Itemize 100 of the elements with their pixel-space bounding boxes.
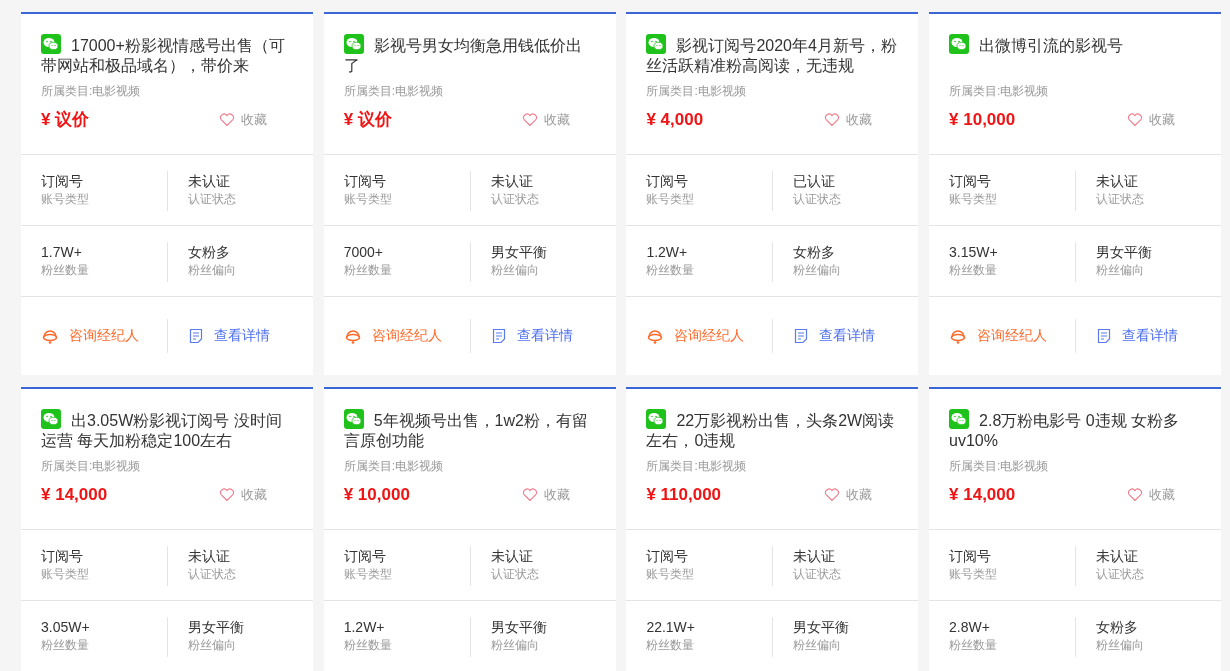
stat-label: 账号类型 [343,191,393,208]
stat-label: 账号类型 [41,566,90,583]
stat-value: 未认证 [188,172,231,191]
listing-title-link[interactable]: 22万影视粉出售，头条2W阅读左右，0违规 [646,409,899,451]
stat-value: 订阅号 [646,172,690,191]
listing-title-link[interactable]: 影视号男女均衡急用钱低价出了 [343,34,596,76]
stat-label: 粉丝偏向 [490,637,540,654]
heart-icon [521,112,538,128]
price-text: ¥ 议价 [343,110,392,130]
stat-value: 7000+ [343,243,384,262]
favorite-button[interactable]: 收藏 [824,111,873,129]
stat-value: 订阅号 [41,172,84,191]
stat-value: 3.05W+ [41,618,91,637]
heart-icon [1127,487,1144,503]
stat-label: 认证状态 [188,566,237,583]
listing-title-link[interactable]: 17000+粉影视情感号出售（可带网站和极品域名），带价来 [41,34,293,76]
stat-label: 粉丝数量 [343,262,393,279]
chat-app-icon [41,34,61,54]
price-text: ¥ 4,000 [646,110,704,130]
heart-icon [521,487,538,503]
category-text: 所属类目:电影视频 [949,84,1050,98]
stat-value: 已认证 [793,172,837,191]
stat-value: 订阅号 [949,547,993,566]
stat-value: 订阅号 [343,172,387,191]
stat-label: 账号类型 [949,566,999,583]
stat-value: 未认证 [793,547,837,566]
headset-icon [343,327,362,345]
stat-value: 女粉多 [188,243,231,262]
stat-label: 粉丝偏向 [1096,637,1146,654]
favorite-button[interactable]: 收藏 [521,111,570,129]
listing-title-link[interactable]: 影视订阅号2020年4月新号，粉丝活跃精准粉高阅读，无违规 [646,34,899,76]
stat-label: 账号类型 [949,191,999,208]
stat-value: 2.8W+ [949,618,991,637]
stat-value: 男女平衡 [793,618,851,637]
stat-label: 认证状态 [1096,191,1146,208]
chat-app-icon [343,409,364,429]
chat-app-icon [949,34,970,54]
stat-value: 1.2W+ [646,243,689,262]
stat-value: 未认证 [490,172,534,191]
stat-label: 粉丝数量 [949,637,999,654]
category-text: 所属类目:电影视频 [646,459,747,473]
favorite-button[interactable]: 收藏 [219,486,267,504]
stat-label: 账号类型 [646,566,696,583]
stat-label: 粉丝偏向 [793,262,843,279]
consult-agent-link[interactable]: 咨询经纪人 [21,327,139,345]
stat-value: 订阅号 [41,547,84,566]
listing-title-link[interactable]: 出微博引流的影视号 [949,34,1202,56]
stat-value: 3.15W+ [949,243,999,262]
consult-agent-link[interactable]: 咨询经纪人 [323,327,442,345]
favorite-button[interactable]: 收藏 [521,486,570,504]
category-text: 所属类目:电影视频 [646,84,747,98]
stat-label: 账号类型 [646,191,696,208]
price-text: ¥ 10,000 [343,485,410,505]
favorite-button[interactable]: 收藏 [1127,486,1176,504]
stat-value: 未认证 [188,547,231,566]
view-details-link[interactable]: 查看详情 [469,319,573,353]
stat-label: 认证状态 [490,191,540,208]
chat-app-icon [343,34,364,54]
view-details-link[interactable]: 查看详情 [772,319,876,353]
view-details-link[interactable]: 查看详情 [167,319,270,353]
favorite-button[interactable]: 收藏 [824,486,873,504]
stat-value: 男女平衡 [490,243,548,262]
listing-title-link[interactable]: 出3.05W粉影视订阅号 没时间运营 每天加粉稳定100左右 [41,409,293,451]
listing-title-link[interactable]: 2.8万粉电影号 0违规 女粉多uv10% [949,409,1202,451]
listing-title-link[interactable]: 5年视频号出售，1w2粉，有留言原创功能 [343,409,596,451]
stat-label: 账号类型 [343,566,393,583]
stat-label: 认证状态 [188,191,237,208]
stat-value: 未认证 [490,547,534,566]
stat-value: 1.7W+ [41,243,83,262]
stat-label: 粉丝偏向 [188,637,237,654]
chat-app-icon [949,409,970,429]
stat-label: 粉丝数量 [646,262,696,279]
price-text: ¥ 14,000 [41,485,108,505]
consult-agent-link[interactable]: 咨询经纪人 [626,327,745,345]
document-icon [1096,328,1113,344]
category-text: 所属类目:电影视频 [41,84,142,98]
category-text: 所属类目:电影视频 [41,459,142,473]
chat-app-icon [646,34,667,54]
heart-icon [824,487,841,503]
stat-value: 未认证 [1096,547,1140,566]
favorite-button[interactable]: 收藏 [219,111,267,129]
view-details-link[interactable]: 查看详情 [1075,319,1179,353]
favorite-button[interactable]: 收藏 [1127,111,1176,129]
document-icon [793,328,810,344]
stat-label: 粉丝数量 [646,637,696,654]
stat-value: 女粉多 [1096,618,1140,637]
stat-label: 粉丝数量 [343,637,393,654]
stat-value: 订阅号 [949,172,993,191]
headset-icon [949,327,968,345]
category-text: 所属类目:电影视频 [949,459,1050,473]
chat-app-icon [41,409,61,429]
stat-label: 粉丝数量 [41,262,90,279]
headset-icon [646,327,665,345]
consult-agent-link[interactable]: 咨询经纪人 [929,327,1048,345]
stat-label: 粉丝数量 [41,637,90,654]
heart-icon [219,112,235,128]
category-text: 所属类目:电影视频 [343,459,445,473]
category-text: 所属类目:电影视频 [343,84,445,98]
stat-label: 粉丝偏向 [188,262,237,279]
stat-label: 认证状态 [1096,566,1146,583]
